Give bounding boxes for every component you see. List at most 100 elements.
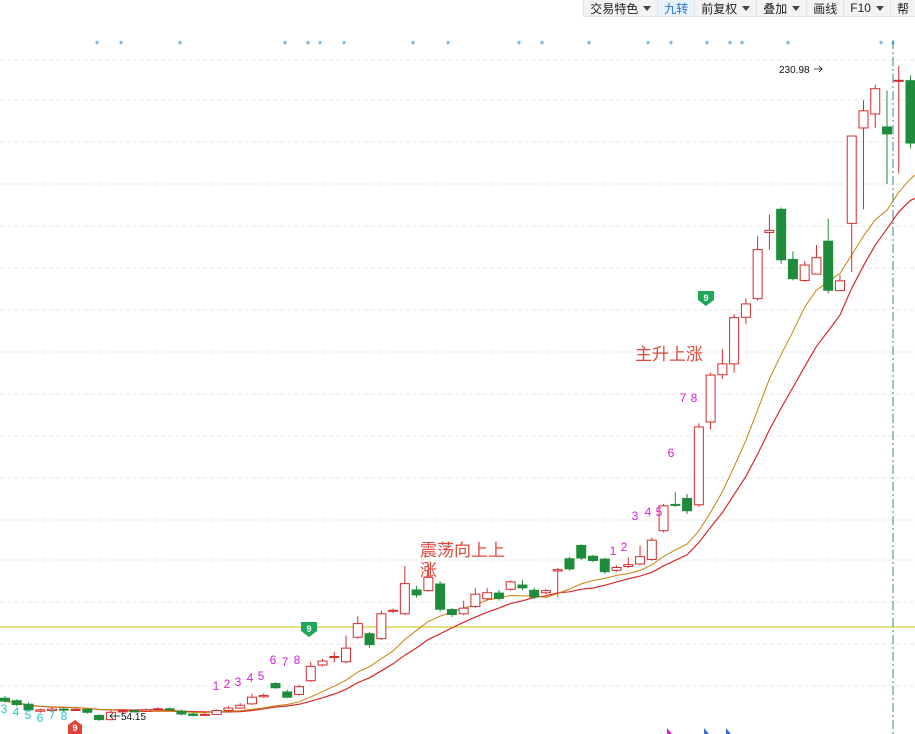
candle[interactable] [576,544,587,561]
nine-badge-icon[interactable]: 9 [301,622,317,637]
candle[interactable] [388,608,399,614]
candle[interactable] [199,712,210,716]
bottom-arrow-icon [667,728,672,734]
candle[interactable] [317,658,328,667]
candle[interactable] [70,708,81,711]
candle[interactable] [176,709,187,716]
candle[interactable] [905,75,915,149]
high-label: 230.98 [779,65,823,76]
candle[interactable] [693,423,704,507]
event-marker-icon[interactable]: * [178,39,183,51]
candle[interactable] [235,703,246,709]
event-marker-icon[interactable]: * [517,39,522,51]
candle[interactable] [258,693,269,698]
event-marker-icon[interactable]: * [646,39,651,51]
candle[interactable] [352,616,363,639]
candle[interactable] [705,372,716,430]
candle[interactable] [82,708,93,714]
event-marker-icon[interactable]: * [318,39,323,51]
candle[interactable] [670,492,681,507]
candle[interactable] [588,554,598,563]
candle[interactable] [682,493,693,514]
candle-body [517,584,528,589]
candle[interactable] [529,587,540,600]
candle-body [776,208,787,261]
candle[interactable] [517,579,528,591]
event-marker-icon[interactable]: * [119,39,124,51]
candle[interactable] [446,607,457,617]
candle[interactable] [834,275,845,292]
candle[interactable] [540,588,551,595]
candle[interactable] [270,682,281,689]
event-marker-icon[interactable]: * [740,39,745,51]
event-marker-icon[interactable]: * [705,39,710,51]
event-marker-icon[interactable]: * [540,39,545,51]
candle[interactable] [599,557,610,574]
candle-body [787,258,798,280]
candle[interactable] [211,709,222,716]
candle[interactable] [294,684,304,696]
candle[interactable] [752,236,763,301]
candle-body [752,249,763,300]
candle[interactable] [635,545,646,566]
candle[interactable] [893,65,904,174]
candle[interactable] [246,693,257,705]
candle[interactable] [435,581,446,612]
candle[interactable] [646,537,657,561]
event-marker-icon[interactable]: * [446,39,451,51]
event-marker-icon[interactable]: * [411,39,416,51]
nine-badge-icon[interactable]: 9 [698,291,714,306]
candle[interactable] [623,557,634,568]
candle[interactable] [364,632,375,648]
event-marker-icon[interactable]: * [879,39,884,51]
candle[interactable] [188,712,199,717]
candle-body [294,686,304,695]
candle[interactable] [505,580,516,591]
candle[interactable] [376,610,387,641]
candle[interactable] [846,135,857,273]
candle[interactable] [305,661,316,683]
event-marker-icon[interactable]: * [342,39,347,51]
candle[interactable] [282,689,293,699]
sequence-number-up: 6 [270,653,277,667]
candle[interactable] [740,298,751,325]
candle[interactable] [823,218,834,294]
candle[interactable] [611,565,622,572]
candle[interactable] [764,214,775,250]
candle[interactable] [470,588,481,608]
candle[interactable] [411,585,422,598]
candle-body [94,714,105,721]
sequence-number-up: 6 [668,446,675,460]
candle[interactable] [458,600,469,616]
candle[interactable] [776,207,787,264]
candle[interactable] [329,651,340,663]
candle[interactable] [717,348,728,379]
candle[interactable] [729,314,740,373]
event-marker-icon[interactable]: * [728,39,733,51]
nine-badge-icon[interactable]: 9 [68,720,82,734]
event-marker-icon[interactable]: * [786,39,791,51]
candle[interactable] [799,261,810,282]
candle-body [223,707,234,712]
event-marker-icon[interactable]: * [283,39,288,51]
candle[interactable] [858,100,869,210]
candle[interactable] [882,90,892,185]
event-marker-icon[interactable]: * [587,39,592,51]
candle[interactable] [787,251,798,281]
candle[interactable] [223,705,234,712]
candle[interactable] [399,566,410,616]
candle[interactable] [164,707,175,711]
candle[interactable] [870,84,881,128]
candle[interactable] [94,714,105,721]
candle[interactable] [564,556,575,571]
candle-body [258,694,269,698]
event-marker-icon[interactable]: * [95,39,100,51]
candle[interactable] [811,245,822,275]
event-marker-icon[interactable]: * [669,39,674,51]
candle[interactable] [341,635,352,664]
candle-body [141,709,152,712]
candle-body [270,683,281,689]
candle[interactable] [482,588,493,601]
event-marker-icon[interactable]: * [306,39,311,51]
kline-chart[interactable]: ******************** 1234567812345678345… [0,0,915,734]
